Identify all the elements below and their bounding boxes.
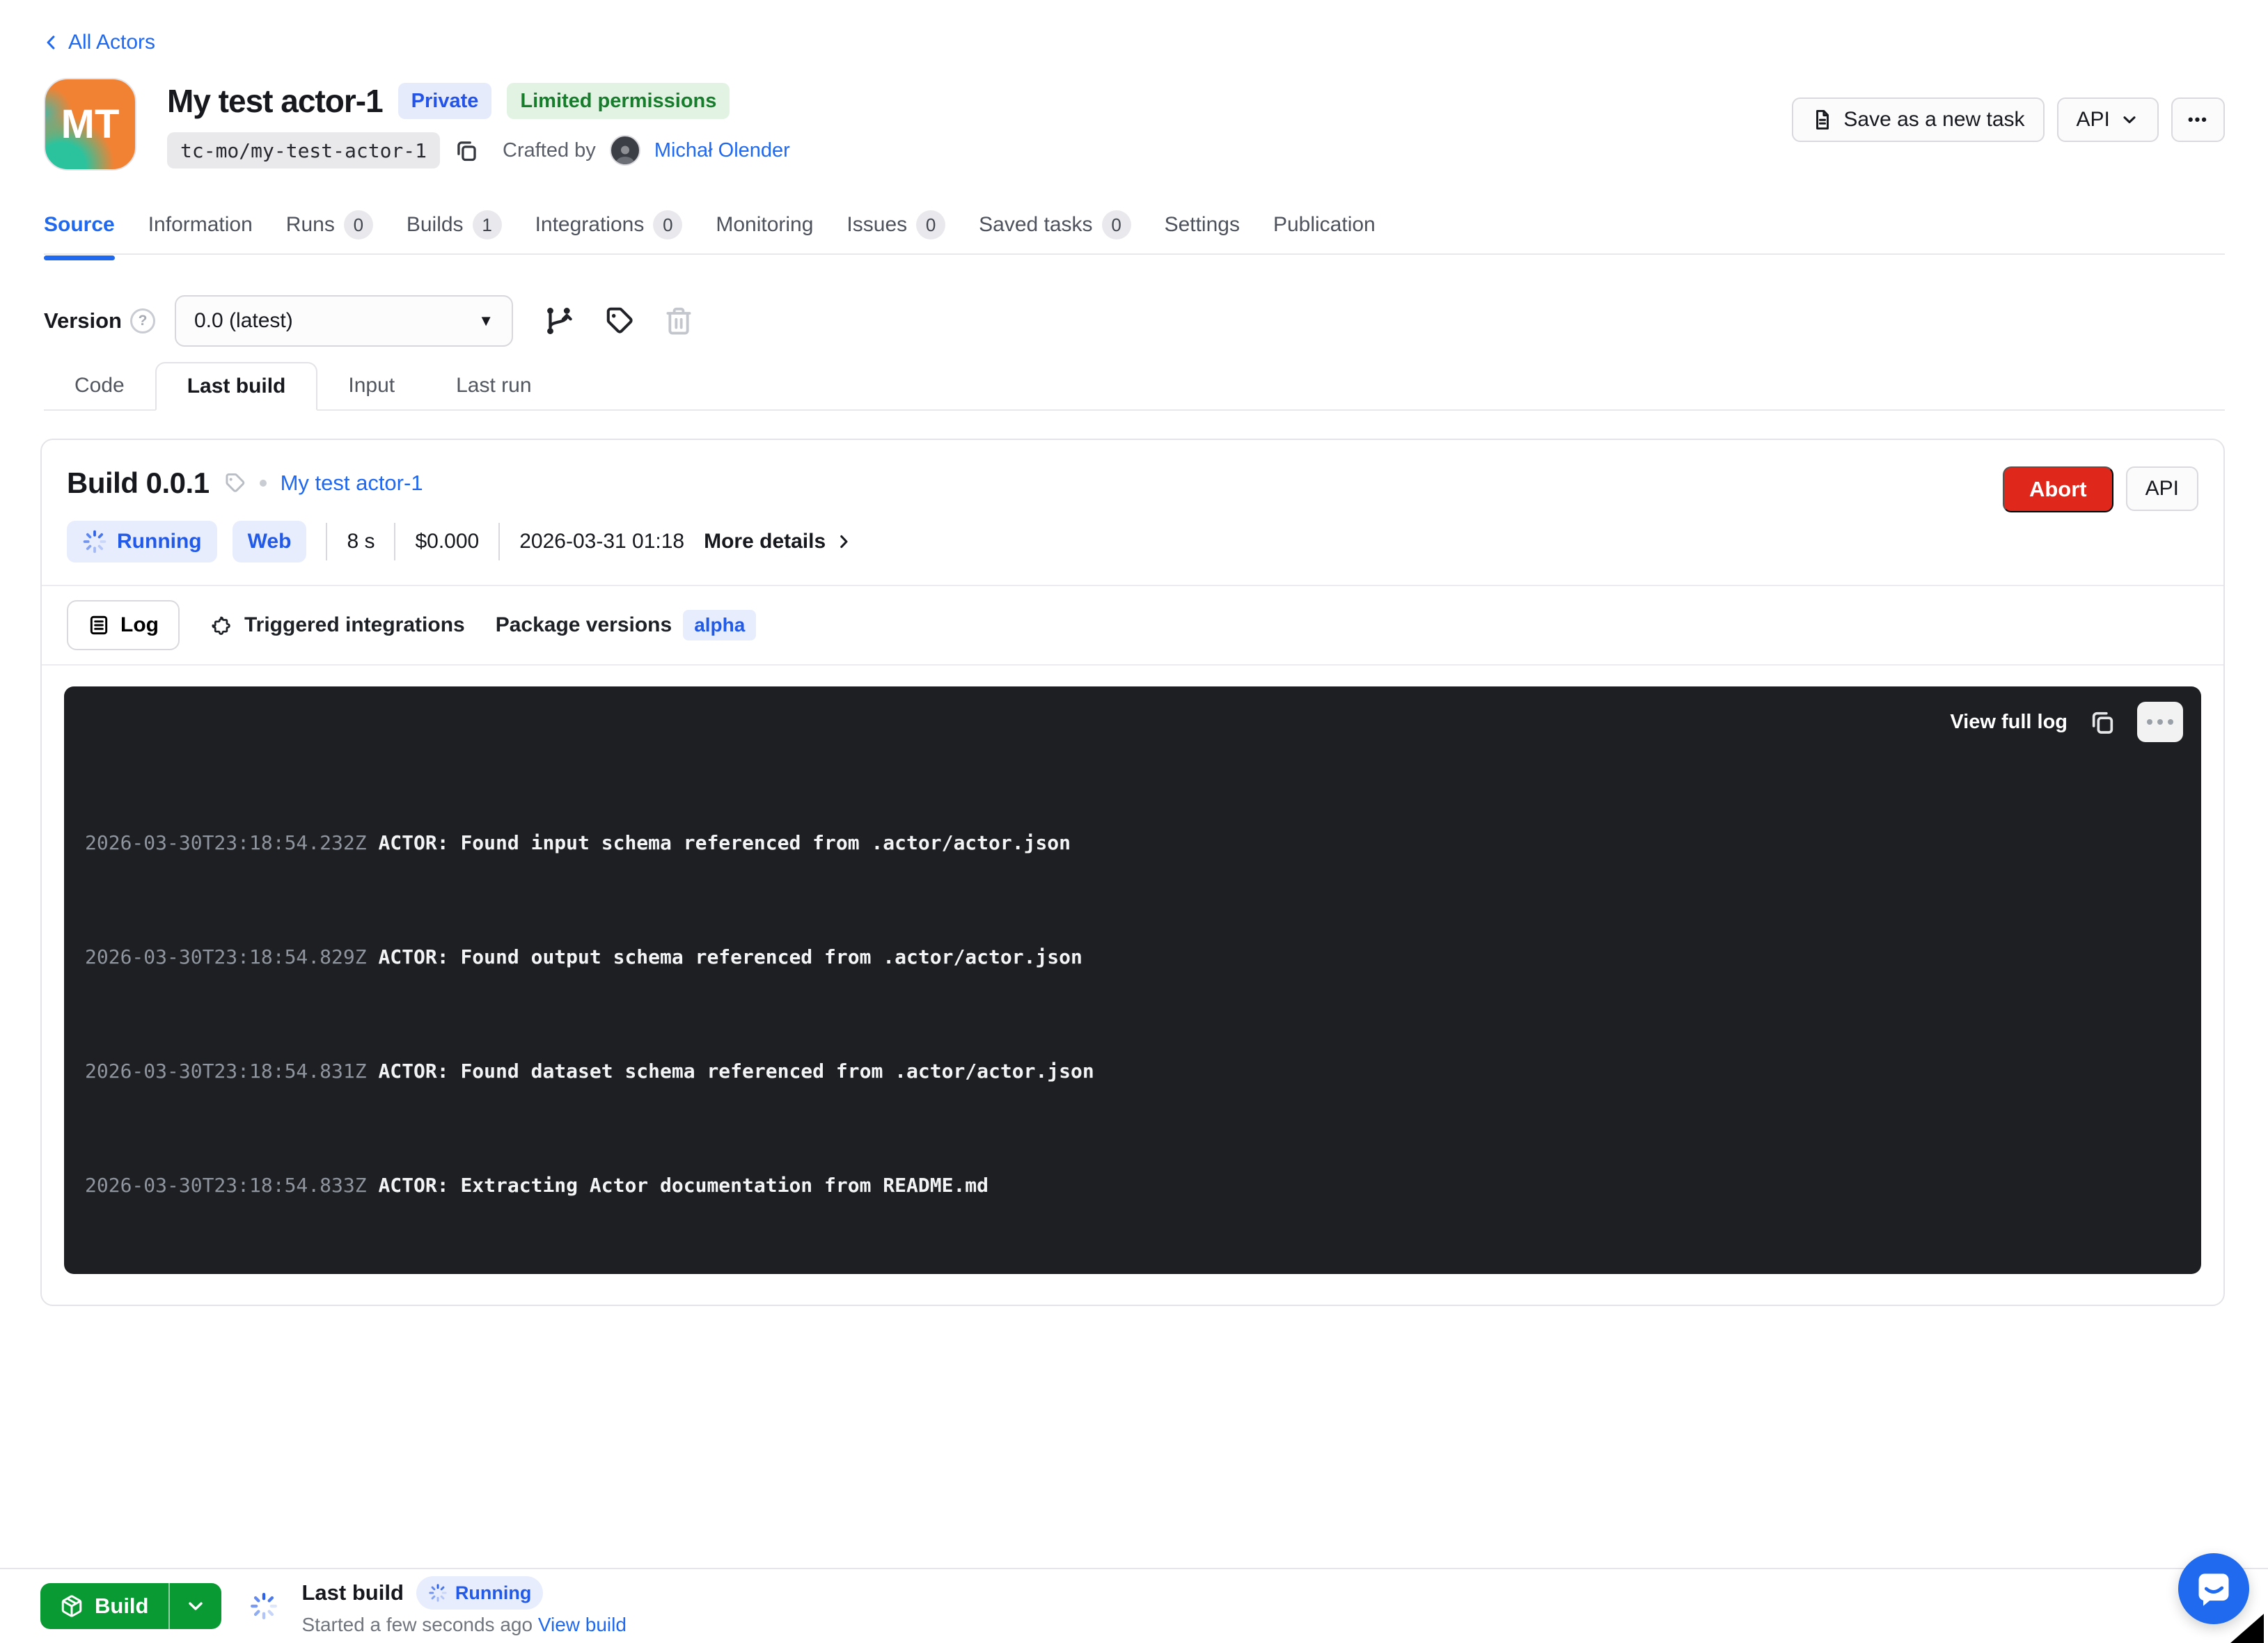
apify-console-page: All Actors MT My test actor-1 Private Li… xyxy=(0,0,2268,1643)
copy-icon xyxy=(2088,708,2116,736)
spinner-icon xyxy=(428,1583,448,1603)
crafted-by-label: Crafted by xyxy=(503,139,596,162)
tab-runs[interactable]: Runs 0 xyxy=(286,210,373,258)
version-label: Version xyxy=(44,308,122,333)
build-origin-badge[interactable]: Web xyxy=(233,521,307,563)
page-title: My test actor-1 xyxy=(167,82,383,120)
breadcrumb-label: All Actors xyxy=(68,31,155,54)
package-versions-label: Package versions xyxy=(496,613,672,637)
build-status-badge: Running xyxy=(67,521,217,563)
tab-source[interactable]: Source xyxy=(44,210,115,258)
tab-monitoring[interactable]: Monitoring xyxy=(716,210,813,258)
tab-builds[interactable]: Builds 1 xyxy=(407,210,502,258)
api-dropdown-button[interactable]: API xyxy=(2057,97,2159,142)
view-build-link[interactable]: View build xyxy=(538,1614,627,1635)
document-icon xyxy=(1811,109,1834,131)
subtab-code[interactable]: Code xyxy=(44,362,155,409)
author-link[interactable]: Michał Olender xyxy=(654,139,790,162)
log-line: 2026-03-30T23:18:54.829Z ACTOR: Found ou… xyxy=(85,943,2180,971)
version-select[interactable]: 0.0 (latest) ▼ xyxy=(175,295,513,347)
build-start-time: 2026-03-31 01:18 xyxy=(519,530,684,553)
actor-avatar: MT xyxy=(44,78,136,171)
tabs-divider xyxy=(44,253,2225,255)
breadcrumb-all-actors[interactable]: All Actors xyxy=(42,31,155,54)
subtab-last-run[interactable]: Last run xyxy=(425,362,562,409)
build-options-caret[interactable] xyxy=(170,1583,221,1629)
git-branch-icon xyxy=(542,305,574,337)
delete-version-button[interactable] xyxy=(663,306,694,336)
chevron-down-icon xyxy=(2120,110,2139,129)
build-cost: $0.000 xyxy=(415,530,479,553)
back-chevron-icon xyxy=(42,33,61,52)
tab-saved-tasks[interactable]: Saved tasks 0 xyxy=(979,210,1131,258)
build-actor-link[interactable]: My test actor-1 xyxy=(281,471,423,496)
tab-integrations[interactable]: Integrations 0 xyxy=(535,210,683,258)
triggered-integrations-tab[interactable]: Triggered integrations xyxy=(210,613,465,637)
subtab-last-build[interactable]: Last build xyxy=(155,362,318,411)
package-versions-value[interactable]: alpha xyxy=(683,610,756,640)
log-line: 2026-03-30T23:18:54.232Z ACTOR: Found in… xyxy=(85,828,2180,857)
log-lines: 2026-03-30T23:18:54.232Z ACTOR: Found in… xyxy=(85,714,2180,1274)
version-row: Version ? 0.0 (latest) ▼ xyxy=(44,295,694,347)
log-more-button[interactable] xyxy=(2137,702,2183,742)
log-line: 2026-03-30T23:18:54.831Z ACTOR: Found da… xyxy=(85,1057,2180,1085)
copy-actor-id-button[interactable] xyxy=(454,138,479,163)
ellipsis-icon: ••• xyxy=(2188,111,2208,129)
permissions-badge: Limited permissions xyxy=(507,83,730,119)
chevron-right-icon xyxy=(834,532,853,551)
build-log-console: View full log 2026-03-30T23:18:54.232Z A… xyxy=(64,686,2201,1274)
subtab-input[interactable]: Input xyxy=(317,362,425,409)
tab-settings[interactable]: Settings xyxy=(1165,210,1240,258)
chevron-down-icon xyxy=(184,1595,207,1617)
build-split-button[interactable]: Build xyxy=(40,1583,221,1629)
actor-header: MT My test actor-1 Private Limited permi… xyxy=(44,78,2225,171)
copy-icon xyxy=(454,138,479,163)
abort-button[interactable]: Abort xyxy=(2003,466,2113,512)
save-as-new-task-button[interactable]: Save as a new task xyxy=(1792,97,2044,142)
last-build-label: Last build xyxy=(302,1580,404,1605)
build-card: Build 0.0.1 My test actor-1 Running Web … xyxy=(40,439,2225,1306)
version-history-button[interactable] xyxy=(542,305,574,337)
tab-information[interactable]: Information xyxy=(148,210,253,258)
log-line: 2026-03-30T23:18:54.833Z ACTOR: Extracti… xyxy=(85,1171,2180,1200)
spinner-icon xyxy=(82,529,107,554)
actor-tabs: Source Information Runs 0 Builds 1 Integ… xyxy=(44,210,2225,258)
build-duration: 8 s xyxy=(347,530,375,553)
source-subtabs: Code Last build Input Last run xyxy=(44,362,2225,411)
puzzle-icon xyxy=(210,613,234,637)
build-title: Build 0.0.1 xyxy=(67,466,210,500)
author-avatar xyxy=(610,135,640,166)
tag-icon xyxy=(604,306,634,336)
tag-icon xyxy=(223,472,246,494)
tab-issues[interactable]: Issues 0 xyxy=(846,210,945,258)
view-full-log-button[interactable]: View full log xyxy=(1950,711,2068,734)
more-actions-button[interactable]: ••• xyxy=(2171,97,2225,142)
build-api-button[interactable]: API xyxy=(2126,466,2198,511)
visibility-badge: Private xyxy=(398,83,492,119)
caret-down-icon: ▼ xyxy=(478,312,494,330)
ellipsis-icon xyxy=(2147,719,2152,725)
person-icon xyxy=(613,143,637,164)
trash-icon xyxy=(663,306,694,336)
copy-log-button[interactable] xyxy=(2088,708,2116,736)
log-tab-button[interactable]: Log xyxy=(67,600,180,650)
tab-publication[interactable]: Publication xyxy=(1273,210,1376,258)
footer-status-badge: Running xyxy=(416,1576,543,1610)
help-icon[interactable]: ? xyxy=(130,308,155,333)
actor-id-chip: tc-mo/my-test-actor-1 xyxy=(167,132,440,168)
log-list-icon xyxy=(88,614,110,636)
mouse-cursor xyxy=(2230,1614,2264,1643)
package-icon xyxy=(60,1594,84,1618)
more-details-button[interactable]: More details xyxy=(704,530,853,553)
footer-started-text: Started a few seconds ago xyxy=(302,1614,533,1635)
chat-bubble-icon xyxy=(2194,1569,2234,1609)
tag-version-button[interactable] xyxy=(604,306,634,336)
footer-spinner-icon xyxy=(249,1591,278,1621)
footer-bar: Build Last build Running Started a few s… xyxy=(0,1568,2268,1643)
dot-separator xyxy=(260,480,267,487)
